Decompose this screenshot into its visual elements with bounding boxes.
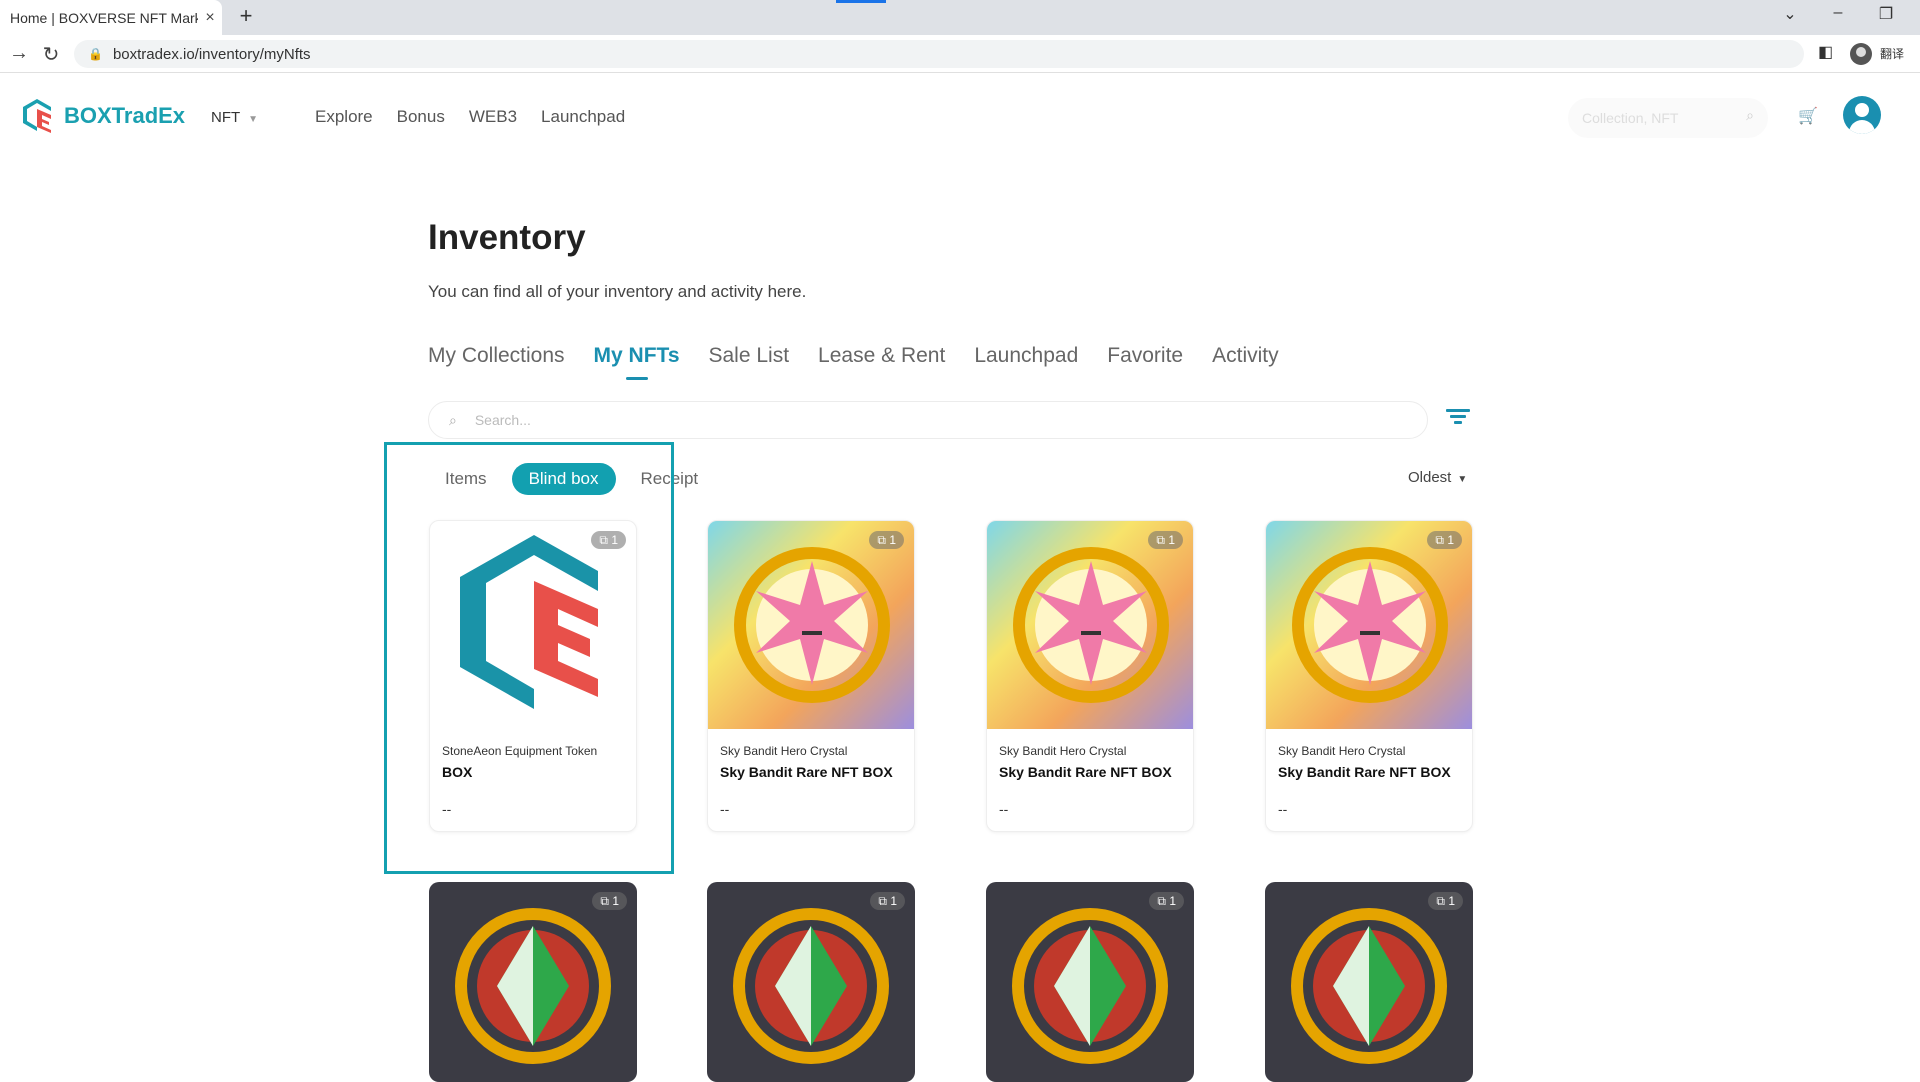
translate-button[interactable]: 翻译 bbox=[1880, 45, 1904, 62]
nft-image bbox=[708, 521, 914, 729]
nft-card[interactable]: ⧉ 1 Sky Bandit Hero Crystal Sky Bandit R… bbox=[986, 520, 1194, 832]
browser-tab-title: Home | BOXVERSE NFT Market bbox=[10, 9, 198, 26]
card-collection: Sky Bandit Hero Crystal bbox=[999, 744, 1127, 758]
count-badge: ⧉ 1 bbox=[1428, 892, 1463, 910]
tab-my-collections[interactable]: My Collections bbox=[428, 344, 565, 368]
nav-web3[interactable]: WEB3 bbox=[469, 107, 517, 127]
nav-bonus[interactable]: Bonus bbox=[397, 107, 445, 127]
tab-sale-list[interactable]: Sale List bbox=[709, 344, 790, 368]
address-bar[interactable]: 🔒 boxtradex.io/inventory/myNfts bbox=[74, 40, 1804, 68]
search-placeholder: Search... bbox=[474, 412, 531, 428]
count-badge: ⧉ 1 bbox=[1149, 892, 1184, 910]
count-value: 1 bbox=[889, 533, 896, 547]
close-icon[interactable]: × bbox=[198, 9, 222, 27]
main-nav: Explore Bonus WEB3 Launchpad bbox=[315, 107, 625, 127]
filter-icon[interactable] bbox=[1445, 406, 1471, 430]
count-badge: ⧉ 1 bbox=[592, 892, 627, 910]
nft-card[interactable]: ⧉ 1 bbox=[707, 882, 915, 1082]
tab-lease-rent[interactable]: Lease & Rent bbox=[818, 344, 945, 368]
reload-icon[interactable]: ↻ bbox=[38, 42, 64, 67]
chevron-down-icon: ▼ bbox=[1457, 474, 1468, 485]
network-select[interactable]: NFT ▼ bbox=[211, 109, 258, 126]
card-collection: Sky Bandit Hero Crystal bbox=[720, 744, 848, 758]
nft-image bbox=[1266, 521, 1472, 729]
card-price: -- bbox=[1278, 801, 1288, 817]
count-badge: ⧉ 1 bbox=[1148, 531, 1183, 549]
forward-icon[interactable]: → bbox=[6, 42, 32, 65]
card-collection: Sky Bandit Hero Crystal bbox=[1278, 744, 1406, 758]
count-value: 1 bbox=[1448, 894, 1455, 908]
nft-image bbox=[987, 521, 1193, 729]
nft-card[interactable]: ⧉ 1 Sky Bandit Hero Crystal Sky Bandit R… bbox=[707, 520, 915, 832]
brand-name[interactable]: BOXTradEx bbox=[64, 103, 185, 129]
nav-explore[interactable]: Explore bbox=[315, 107, 373, 127]
minimize-icon[interactable]: – bbox=[1818, 4, 1858, 22]
count-value: 1 bbox=[1169, 894, 1176, 908]
header-search-placeholder: Collection, NFT bbox=[1582, 110, 1679, 126]
sort-select[interactable]: Oldest ▼ bbox=[1408, 469, 1467, 486]
page-subtitle: You can find all of your inventory and a… bbox=[428, 282, 807, 301]
new-tab-icon[interactable]: + bbox=[232, 3, 260, 29]
sort-value: Oldest bbox=[1408, 469, 1452, 486]
count-value: 1 bbox=[612, 894, 619, 908]
nft-image bbox=[986, 882, 1194, 1082]
site-header: BOXTradEx NFT ▼ Explore Bonus WEB3 Launch… bbox=[0, 73, 1920, 159]
nft-image bbox=[429, 882, 637, 1082]
nft-card[interactable]: ⧉ 1 bbox=[429, 882, 637, 1082]
restore-icon[interactable]: ❐ bbox=[1866, 4, 1906, 24]
sidepanel-icon[interactable]: ◧ bbox=[1818, 42, 1833, 62]
cart-icon[interactable]: 🛒 bbox=[1798, 106, 1818, 126]
nft-image bbox=[1265, 882, 1473, 1082]
tab-my-nfts[interactable]: My NFTs bbox=[594, 344, 680, 380]
tab-launchpad[interactable]: Launchpad bbox=[974, 344, 1078, 368]
network-select-value: NFT bbox=[211, 109, 241, 126]
user-avatar[interactable] bbox=[1843, 96, 1881, 134]
search-input[interactable]: ⌕ Search... bbox=[428, 401, 1428, 439]
profile-icon[interactable] bbox=[1850, 43, 1872, 65]
selection-highlight bbox=[384, 442, 674, 874]
count-value: 1 bbox=[1168, 533, 1175, 547]
browser-tab[interactable]: Home | BOXVERSE NFT Market × bbox=[0, 0, 222, 35]
card-price: -- bbox=[720, 801, 730, 817]
tab-search-icon[interactable]: ⌄ bbox=[1770, 4, 1810, 24]
browser-tabstrip: Home | BOXVERSE NFT Market × + ⌄ – ❐ bbox=[0, 0, 1920, 35]
nft-card[interactable]: ⧉ 1 Sky Bandit Hero Crystal Sky Bandit R… bbox=[1265, 520, 1473, 832]
nft-card[interactable]: ⧉ 1 bbox=[986, 882, 1194, 1082]
card-price: -- bbox=[999, 801, 1009, 817]
boxtradex-logo-icon[interactable] bbox=[20, 97, 54, 133]
card-name: Sky Bandit Rare NFT BOX bbox=[1278, 764, 1451, 780]
count-badge: ⧉ 1 bbox=[1427, 531, 1462, 549]
lock-icon: 🔒 bbox=[88, 47, 103, 61]
chevron-down-icon: ▼ bbox=[248, 114, 259, 125]
url-text: boxtradex.io/inventory/myNfts bbox=[112, 45, 311, 63]
card-name: Sky Bandit Rare NFT BOX bbox=[999, 764, 1172, 780]
header-search-input[interactable]: Collection, NFT ⌕ bbox=[1568, 98, 1768, 138]
page-title: Inventory bbox=[428, 218, 586, 257]
count-badge: ⧉ 1 bbox=[869, 531, 904, 549]
nav-launchpad[interactable]: Launchpad bbox=[541, 107, 625, 127]
search-icon: ⌕ bbox=[449, 411, 457, 428]
inventory-tabs: My Collections My NFTs Sale List Lease &… bbox=[428, 344, 1279, 380]
count-value: 1 bbox=[890, 894, 897, 908]
tab-indicator bbox=[836, 0, 886, 3]
nft-card[interactable]: ⧉ 1 bbox=[1265, 882, 1473, 1082]
nft-image bbox=[707, 882, 915, 1082]
count-value: 1 bbox=[1447, 533, 1454, 547]
tab-activity[interactable]: Activity bbox=[1212, 344, 1279, 368]
count-badge: ⧉ 1 bbox=[870, 892, 905, 910]
browser-toolbar: → ↻ 🔒 boxtradex.io/inventory/myNfts ◧ 翻译 bbox=[0, 35, 1920, 73]
card-name: Sky Bandit Rare NFT BOX bbox=[720, 764, 893, 780]
tab-favorite[interactable]: Favorite bbox=[1107, 344, 1183, 368]
search-icon[interactable]: ⌕ bbox=[1746, 107, 1754, 124]
